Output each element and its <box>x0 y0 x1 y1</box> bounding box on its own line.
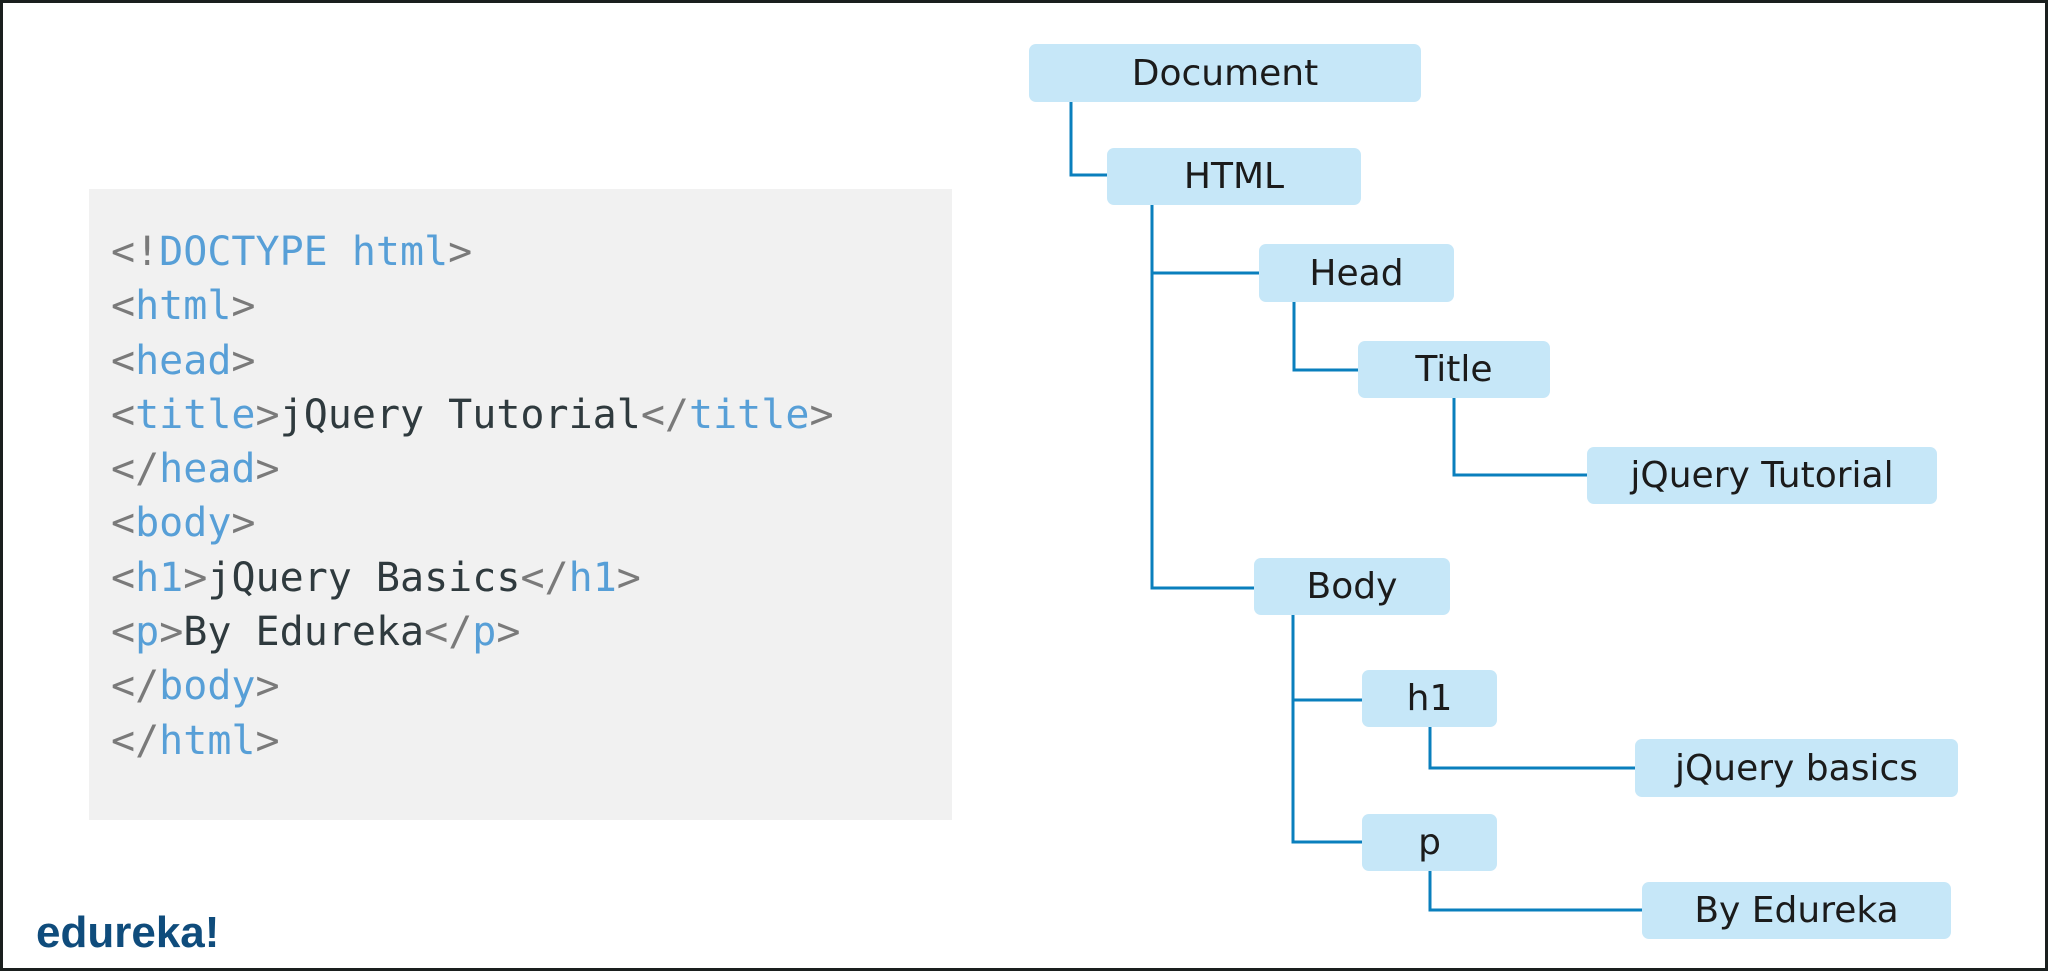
node-title: Title <box>1358 341 1550 398</box>
node-body: Body <box>1254 558 1450 615</box>
connector-h1-text <box>1428 727 1635 770</box>
connector-document-html <box>1069 102 1107 177</box>
node-p: p <box>1362 814 1497 871</box>
connector-title-text <box>1452 398 1587 477</box>
node-h1-text: jQuery basics <box>1635 739 1958 797</box>
node-html: HTML <box>1107 148 1361 205</box>
node-document: Document <box>1029 44 1421 102</box>
node-p-text: By Edureka <box>1642 882 1951 939</box>
connector-head-title <box>1292 302 1358 372</box>
connector-p-text <box>1428 871 1642 912</box>
node-h1: h1 <box>1362 670 1497 727</box>
edureka-logo: edureka! <box>36 908 220 957</box>
node-title-text: jQuery Tutorial <box>1587 447 1937 504</box>
connector-body-p <box>1291 615 1362 844</box>
node-head: Head <box>1259 244 1454 302</box>
connector-html-head <box>1150 205 1254 590</box>
